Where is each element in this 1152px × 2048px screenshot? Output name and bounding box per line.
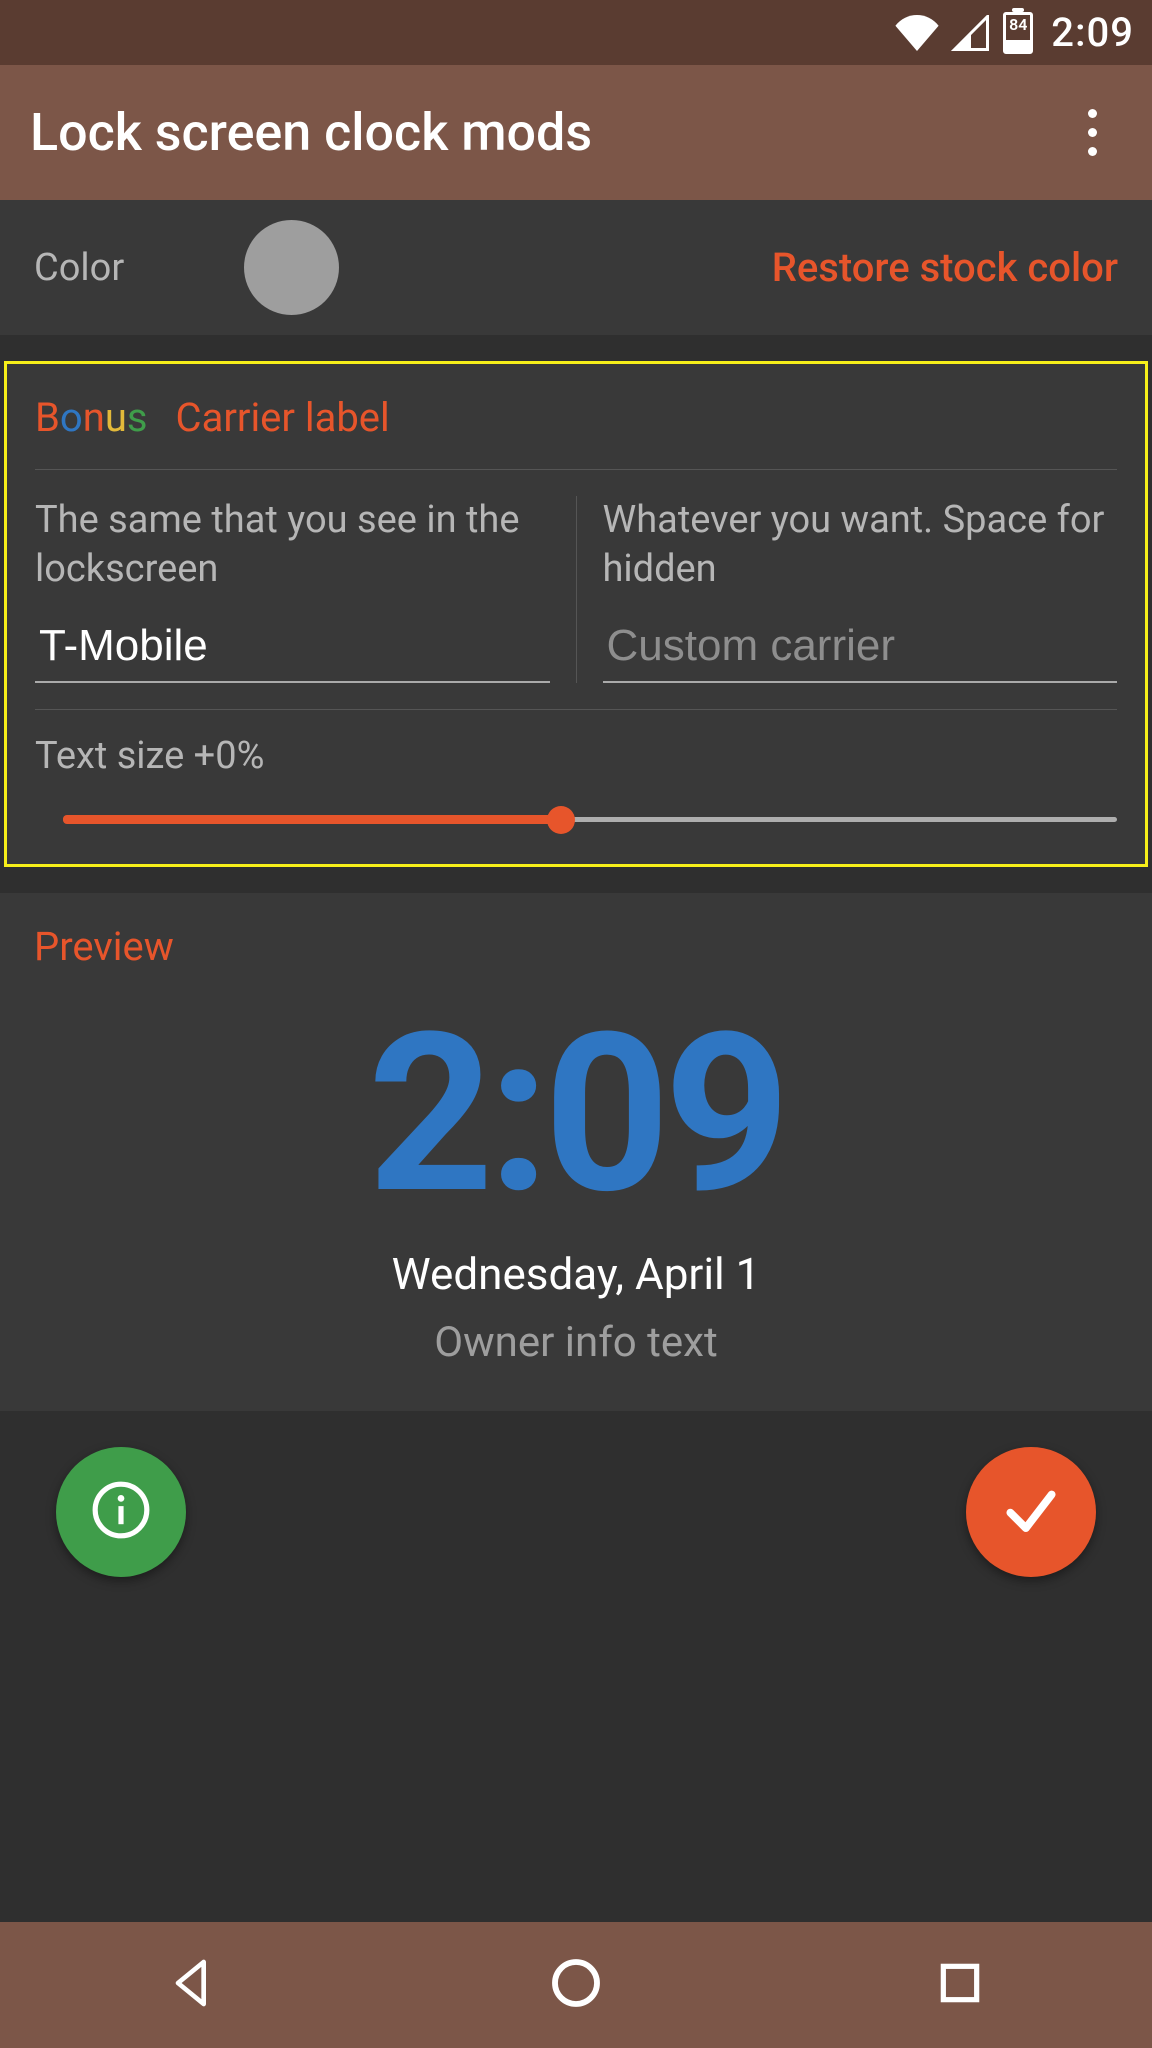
confirm-button[interactable] (966, 1447, 1096, 1577)
text-size-label: Text size +0% (35, 734, 1117, 778)
info-icon (90, 1479, 152, 1545)
custom-carrier-desc: Whatever you want. Space for hidden (603, 496, 1118, 595)
app-bar: Lock screen clock mods (0, 65, 1152, 200)
content: Color Restore stock color Bonus Carrier … (0, 200, 1152, 1922)
custom-carrier-column: Whatever you want. Space for hidden (577, 496, 1118, 683)
filler (0, 1633, 1152, 1922)
preview-card: Preview 2:09 Wednesday, April 1 Owner in… (0, 893, 1152, 1411)
current-carrier-desc: The same that you see in the lockscreen (35, 496, 550, 595)
wifi-icon (895, 15, 939, 51)
slider-thumb[interactable] (547, 806, 575, 834)
restore-stock-color-button[interactable]: Restore stock color (772, 244, 1118, 291)
back-icon (164, 1955, 220, 2015)
text-size-slider[interactable] (35, 802, 1117, 838)
bonus-word: Bonus (35, 394, 148, 441)
cell-signal-icon (951, 15, 991, 51)
recents-icon (935, 1958, 985, 2012)
home-icon (548, 1955, 604, 2015)
overflow-menu-icon[interactable] (1072, 98, 1112, 168)
preview-heading: Preview (34, 923, 174, 970)
nav-bar (0, 1922, 1152, 2048)
preview-clock: 2:09 (368, 1004, 785, 1224)
color-swatch[interactable] (244, 220, 339, 315)
current-carrier-column: The same that you see in the lockscreen (35, 496, 577, 683)
custom-carrier-input[interactable] (603, 615, 1118, 683)
text-size-section: Text size +0% (35, 710, 1117, 838)
page-title: Lock screen clock mods (30, 102, 592, 163)
status-time: 2:09 (1051, 9, 1134, 56)
battery-icon: 84 (1003, 12, 1033, 54)
fab-row (0, 1437, 1152, 1607)
carrier-card-header: Bonus Carrier label (35, 394, 1117, 470)
nav-recents-button[interactable] (920, 1945, 1000, 2025)
color-label: Color (34, 246, 124, 290)
current-carrier-input[interactable] (35, 615, 550, 683)
carrier-label-heading: Carrier label (176, 394, 390, 441)
info-button[interactable] (56, 1447, 186, 1577)
carrier-label-card: Bonus Carrier label The same that you se… (4, 361, 1148, 867)
check-icon (1000, 1479, 1062, 1545)
carrier-columns: The same that you see in the lockscreen … (35, 470, 1117, 710)
nav-back-button[interactable] (152, 1945, 232, 2025)
screen: 84 2:09 Lock screen clock mods Color Res… (0, 0, 1152, 2048)
status-bar: 84 2:09 (0, 0, 1152, 65)
nav-home-button[interactable] (536, 1945, 616, 2025)
battery-percent: 84 (1006, 17, 1030, 33)
preview-owner-info: Owner info text (434, 1318, 718, 1367)
preview-date: Wednesday, April 1 (392, 1248, 761, 1300)
color-setting-row: Color Restore stock color (0, 200, 1152, 335)
